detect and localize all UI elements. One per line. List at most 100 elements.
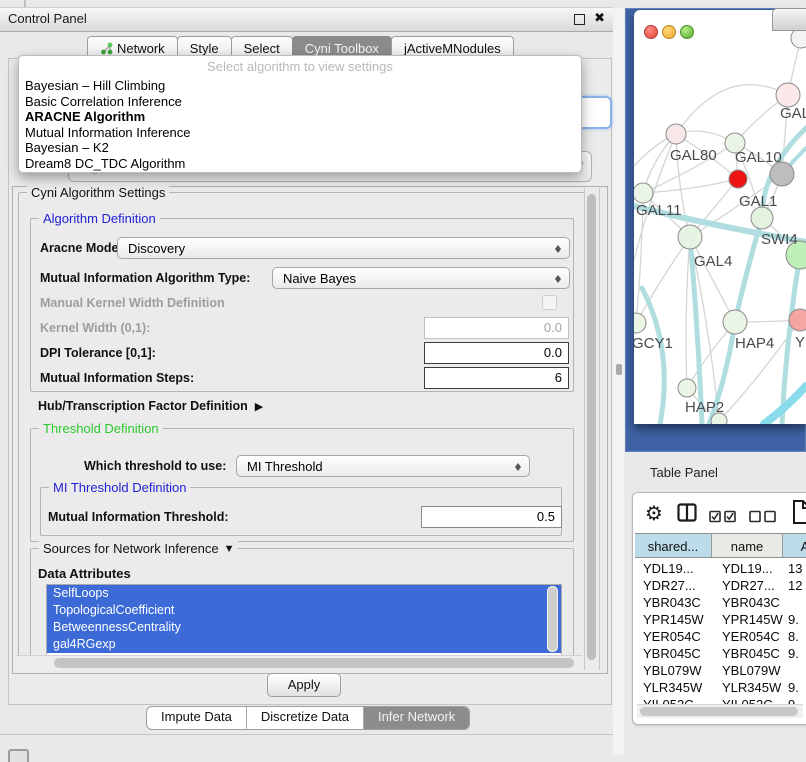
table-horizontal-scrollbar[interactable] <box>637 704 803 718</box>
table-cell[interactable]: YLR345W <box>643 679 712 696</box>
algorithm-option[interactable]: Mutual Information Inference <box>19 125 581 141</box>
aracne-mode-combo[interactable]: Discovery <box>117 237 570 259</box>
network-canvas[interactable]: GAL7GAL80GAL10GAL11GAL1SWI4GAL4GCY1HAP4Y… <box>634 10 806 424</box>
node-selected-red[interactable] <box>729 170 747 188</box>
node-label: GAL4 <box>694 253 732 270</box>
settings-vertical-scrollbar[interactable] <box>584 188 600 670</box>
node-hap4[interactable] <box>723 310 747 334</box>
close-window-icon[interactable] <box>644 25 658 39</box>
control-panel-titlebar: Control Panel ✖ <box>0 7 613 32</box>
node-table[interactable]: shared...nameAYDL19...YDL19...13YDR27...… <box>635 533 806 723</box>
table-cell[interactable]: YLR345W <box>722 679 783 696</box>
algorithm-option[interactable]: ARACNE Algorithm <box>19 109 581 125</box>
table-cell[interactable]: YBR043C <box>722 594 783 611</box>
which-threshold-combo[interactable]: MI Threshold <box>236 455 530 477</box>
algorithm-option[interactable]: Dream8 DC_TDC Algorithm <box>19 156 581 172</box>
mi-threshold-definition-title: MI Threshold Definition <box>49 480 190 495</box>
table-cell[interactable]: 9. <box>788 679 806 696</box>
table-cell[interactable] <box>788 662 806 679</box>
table-hscroll-thumb[interactable] <box>640 707 798 716</box>
which-threshold-value: MI Threshold <box>247 459 323 474</box>
table-cell[interactable]: YDR27... <box>643 577 712 594</box>
column-header-3[interactable]: A <box>783 533 806 558</box>
mi-steps-field[interactable]: 6 <box>424 367 569 389</box>
manual-kernel-checkbox <box>542 295 557 310</box>
apply-button[interactable]: Apply <box>267 673 341 697</box>
network-window[interactable]: GAL7GAL80GAL10GAL11GAL1SWI4GAL4GCY1HAP4Y… <box>634 10 806 424</box>
table-cell[interactable]: YPR145W <box>643 611 712 628</box>
table-cell[interactable]: YBR045C <box>643 645 712 662</box>
mutual-information-threshold-field[interactable]: 0.5 <box>421 506 562 528</box>
node-gal11[interactable] <box>634 183 653 203</box>
node-gal1[interactable] <box>751 207 773 229</box>
table-cell[interactable]: 12 <box>788 577 806 594</box>
export-table-icon[interactable] <box>791 499 806 525</box>
which-threshold-label: Which threshold to use: <box>84 459 226 473</box>
table-cell[interactable]: YER054C <box>643 628 712 645</box>
top-divider-tick <box>24 0 26 7</box>
table-cell[interactable]: YBR045C <box>722 645 783 662</box>
bottom-tab-infer-network[interactable]: Infer Network <box>363 707 469 729</box>
attribute-item-selected[interactable]: gal4RGexp <box>47 636 561 653</box>
node-gal80[interactable] <box>666 124 686 144</box>
select-all-icon[interactable] <box>709 510 737 523</box>
table-cell[interactable]: YER054C <box>722 628 783 645</box>
attributes-list-scrollbar[interactable] <box>547 586 558 652</box>
algorithm-option[interactable]: Bayesian – K2 <box>19 140 581 156</box>
table-cell[interactable]: YDR27... <box>722 577 783 594</box>
node-salmon[interactable] <box>789 309 806 331</box>
attributes-scrollbar-thumb[interactable] <box>548 587 557 651</box>
panel-splitter[interactable] <box>613 8 624 755</box>
panel-title: Control Panel <box>8 11 87 26</box>
attribute-item-selected[interactable]: BetweennessCentrality <box>47 619 561 636</box>
tab-label: jActiveMNodules <box>404 41 501 56</box>
algorithm-option[interactable]: Bayesian – Hill Climbing <box>19 78 581 94</box>
table-cell[interactable]: 9. <box>788 645 806 662</box>
minimize-window-icon[interactable] <box>662 25 676 39</box>
algorithm-dropdown[interactable]: Select algorithm to view settings Bayesi… <box>18 55 582 173</box>
data-attributes-list[interactable]: SelfLoopsTopologicalCoefficientBetweenne… <box>46 584 562 657</box>
columns-icon[interactable] <box>677 503 697 522</box>
dpi-tolerance-field[interactable]: 0.0 <box>424 342 569 364</box>
table-cell[interactable]: 8. <box>788 628 806 645</box>
column-header-1[interactable]: shared... <box>635 533 712 558</box>
tab-label: Select <box>244 41 280 56</box>
close-icon[interactable]: ✖ <box>594 10 605 26</box>
splitter-handle-icon[interactable] <box>616 364 622 375</box>
node-top-partial[interactable] <box>791 28 806 48</box>
table-cell[interactable]: YBL079W <box>722 662 783 679</box>
collapsed-panel-icon[interactable] <box>8 749 29 762</box>
table-cell[interactable]: YDL19... <box>722 560 783 577</box>
table-cell[interactable]: YDL19... <box>643 560 712 577</box>
table-cell[interactable]: YBL079W <box>643 662 712 679</box>
table-cell[interactable]: 13 <box>788 560 806 577</box>
zoom-window-icon[interactable] <box>680 25 694 39</box>
bottom-tab-discretize-data[interactable]: Discretize Data <box>246 707 363 729</box>
hub-definition-expander[interactable]: Hub/Transcription Factor Definition ▶ <box>38 399 263 413</box>
float-icon[interactable] <box>574 14 585 25</box>
background-window-corner <box>772 8 806 31</box>
attribute-item-selected[interactable]: TopologicalCoefficient <box>47 602 561 619</box>
settings-horizontal-scrollbar[interactable] <box>16 655 582 671</box>
settings-hscroll-thumb[interactable] <box>54 658 574 668</box>
mi-algorithm-type-combo[interactable]: Naive Bayes <box>272 267 570 289</box>
table-cell[interactable]: YBR043C <box>643 594 712 611</box>
node-gcy1[interactable] <box>634 313 646 333</box>
column-header-2[interactable]: name <box>712 533 783 558</box>
node-gal7[interactable] <box>776 83 800 107</box>
mutual-information-threshold-label: Mutual Information Threshold: <box>48 510 229 524</box>
node-hap2[interactable] <box>678 379 696 397</box>
table-cell[interactable]: YPR145W <box>722 611 783 628</box>
attribute-item-selected[interactable]: SelfLoops <box>47 585 561 602</box>
bottom-tab-impute-data[interactable]: Impute Data <box>147 707 246 729</box>
gear-icon[interactable]: ⚙ <box>645 501 663 525</box>
algorithm-option[interactable]: Basic Correlation Inference <box>19 94 581 110</box>
node-gal4[interactable] <box>678 225 702 249</box>
deselect-all-icon[interactable] <box>749 510 777 523</box>
sources-title[interactable]: Sources for Network Inference ▼ <box>39 541 238 556</box>
table-cell[interactable] <box>788 594 806 611</box>
kernel-width-field: 0.0 <box>424 317 569 339</box>
network-edge <box>636 237 690 323</box>
settings-vscroll-thumb[interactable] <box>587 194 596 660</box>
table-cell[interactable]: 9. <box>788 611 806 628</box>
